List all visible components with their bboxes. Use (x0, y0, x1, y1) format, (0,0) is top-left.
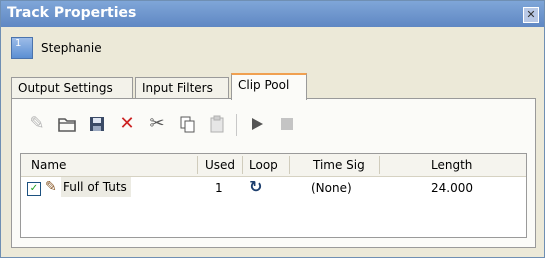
clip-pool-panel: ✎ ✕ ✂ Name Used Loop Time Sig Length ✓ ✎… (11, 98, 536, 248)
tab-output-settings[interactable]: Output Settings (11, 77, 133, 99)
play-icon[interactable] (244, 111, 270, 137)
column-divider (289, 156, 290, 174)
column-header-loop[interactable]: Loop (249, 158, 278, 172)
clip-list-header: Name Used Loop Time Sig Length (21, 154, 526, 177)
track-number: 1 (15, 38, 22, 49)
stop-icon[interactable] (274, 111, 300, 137)
cut-icon[interactable]: ✂ (144, 111, 170, 137)
clip-time-sig: (None) (311, 181, 352, 195)
pencil-icon: ✎ (45, 179, 57, 195)
pencil-icon[interactable]: ✎ (24, 111, 50, 137)
tab-label: Input Filters (142, 81, 213, 95)
close-button[interactable]: ✕ (523, 7, 539, 23)
table-row[interactable]: ✓ ✎ Full of Tuts 1 ↻ (None) 24.000 (21, 177, 526, 199)
save-icon[interactable] (84, 111, 110, 137)
clip-enabled-checkbox[interactable]: ✓ (27, 182, 41, 196)
tab-clip-pool[interactable]: Clip Pool (231, 73, 307, 100)
folder-open-icon[interactable] (54, 111, 80, 137)
column-header-used[interactable]: Used (205, 158, 235, 172)
clip-length: 24.000 (431, 181, 473, 195)
toolbar-divider (236, 114, 237, 136)
title-bar[interactable]: Track Properties ✕ (1, 1, 544, 27)
paste-icon[interactable] (204, 111, 230, 137)
copy-icon[interactable] (174, 111, 200, 137)
column-header-name[interactable]: Name (31, 158, 66, 172)
column-header-time-sig[interactable]: Time Sig (313, 158, 365, 172)
clip-name-text: Full of Tuts (63, 180, 127, 194)
delete-icon[interactable]: ✕ (114, 111, 140, 137)
tab-label: Clip Pool (238, 78, 290, 92)
column-divider (197, 156, 198, 174)
track-name: Stephanie (41, 41, 102, 55)
clip-used: 1 (215, 181, 223, 195)
tab-input-filters[interactable]: Input Filters (135, 77, 229, 99)
tab-label: Output Settings (18, 81, 113, 95)
column-divider (379, 156, 380, 174)
clip-name[interactable]: Full of Tuts (61, 177, 131, 197)
column-divider (242, 156, 243, 174)
column-header-length[interactable]: Length (431, 158, 472, 172)
track-number-badge: 1 (11, 37, 33, 59)
window-title: Track Properties (7, 5, 137, 21)
loop-icon[interactable]: ↻ (249, 177, 262, 196)
track-properties-window: Track Properties ✕ 1 Stephanie Output Se… (0, 0, 545, 258)
clip-list: Name Used Loop Time Sig Length ✓ ✎ Full … (20, 153, 527, 238)
